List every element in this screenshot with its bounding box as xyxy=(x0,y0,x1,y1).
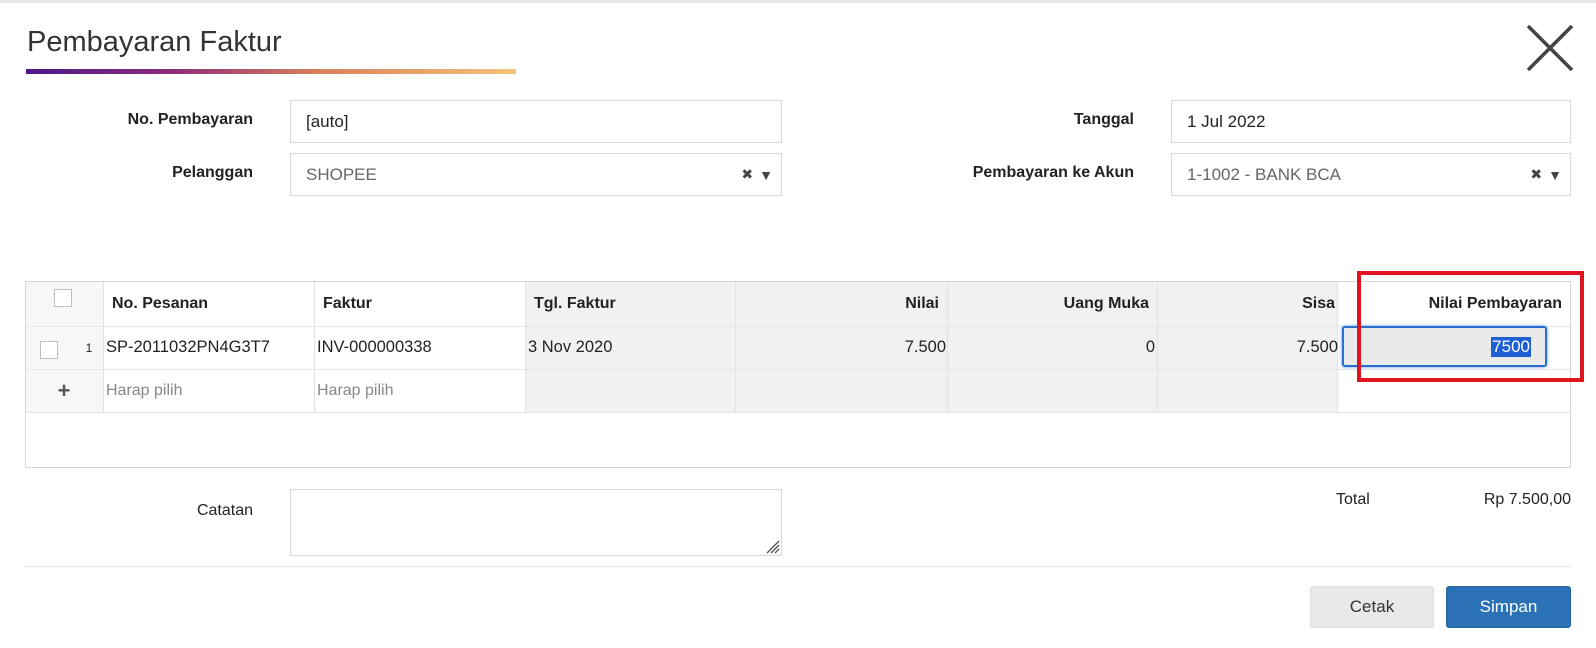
add-row-button[interactable]: + xyxy=(52,369,76,412)
customer-select[interactable]: SHOPEE ✖ ▼ xyxy=(290,153,782,196)
notes-textarea[interactable] xyxy=(290,489,782,556)
row-number: 1 xyxy=(85,340,93,355)
header-invoice-date[interactable]: Tgl. Faktur xyxy=(534,282,734,326)
title-underline xyxy=(26,69,516,74)
payment-value-input[interactable]: 7500 xyxy=(1342,326,1547,367)
row-invoice-date: 3 Nov 2020 xyxy=(528,338,613,356)
new-row-invoice-select[interactable]: Harap pilih xyxy=(317,369,523,412)
clear-icon[interactable]: ✖ xyxy=(1530,166,1542,183)
header-down-payment[interactable]: Uang Muka xyxy=(947,282,1149,326)
row-order-no[interactable]: SP-2011032PN4G3T7 xyxy=(106,326,312,369)
account-label: Pembayaran ke Akun xyxy=(972,164,1134,181)
payment-no-label: No. Pembayaran xyxy=(127,111,253,128)
top-border xyxy=(0,0,1596,3)
date-label: Tanggal xyxy=(1073,111,1134,128)
caret-down-icon[interactable]: ▼ xyxy=(759,167,773,183)
row-down-payment: 0 xyxy=(1145,338,1155,356)
payment-no-input[interactable]: [auto] xyxy=(290,100,782,143)
row-invoice[interactable]: INV-000000338 xyxy=(317,326,523,369)
row-checkbox[interactable] xyxy=(40,341,58,359)
header-order-no[interactable]: No. Pesanan xyxy=(112,282,312,326)
close-button[interactable] xyxy=(1524,22,1576,74)
save-button[interactable]: Simpan xyxy=(1446,586,1571,628)
date-input[interactable]: 1 Jul 2022 xyxy=(1171,100,1571,143)
new-row-order-select[interactable]: Harap pilih xyxy=(106,369,312,412)
total-label: Total xyxy=(1336,491,1370,508)
print-button[interactable]: Cetak xyxy=(1310,586,1434,628)
clear-icon[interactable]: ✖ xyxy=(741,166,753,183)
notes-label: Catatan xyxy=(196,502,253,519)
account-value: 1-1002 - BANK BCA xyxy=(1187,164,1342,184)
header-payment-value[interactable]: Nilai Pembayaran xyxy=(1337,282,1562,326)
resize-handle-icon[interactable] xyxy=(764,538,780,554)
header-invoice[interactable]: Faktur xyxy=(323,282,523,326)
payment-no-value: [auto] xyxy=(306,111,349,131)
invoice-grid: No. Pesanan Faktur Tgl. Faktur Nilai Uan… xyxy=(25,281,1571,468)
customer-label: Pelanggan xyxy=(172,164,253,181)
close-icon xyxy=(1526,24,1574,72)
dialog-title: Pembayaran Faktur xyxy=(27,26,282,58)
total-value: Rp 7.500,00 xyxy=(1483,491,1571,508)
header-value[interactable]: Nilai xyxy=(735,282,939,326)
customer-value: SHOPEE xyxy=(306,164,377,184)
payment-value-selected-text: 7500 xyxy=(1491,336,1531,357)
account-select[interactable]: 1-1002 - BANK BCA ✖ ▼ xyxy=(1171,153,1571,196)
row-remaining: 7.500 xyxy=(1296,338,1338,356)
caret-down-icon[interactable]: ▼ xyxy=(1548,167,1562,183)
select-all-checkbox[interactable] xyxy=(54,289,72,307)
header-remaining[interactable]: Sisa xyxy=(1157,282,1335,326)
footer-divider xyxy=(25,566,1571,567)
row-value: 7.500 xyxy=(904,338,946,356)
date-value: 1 Jul 2022 xyxy=(1187,111,1266,131)
